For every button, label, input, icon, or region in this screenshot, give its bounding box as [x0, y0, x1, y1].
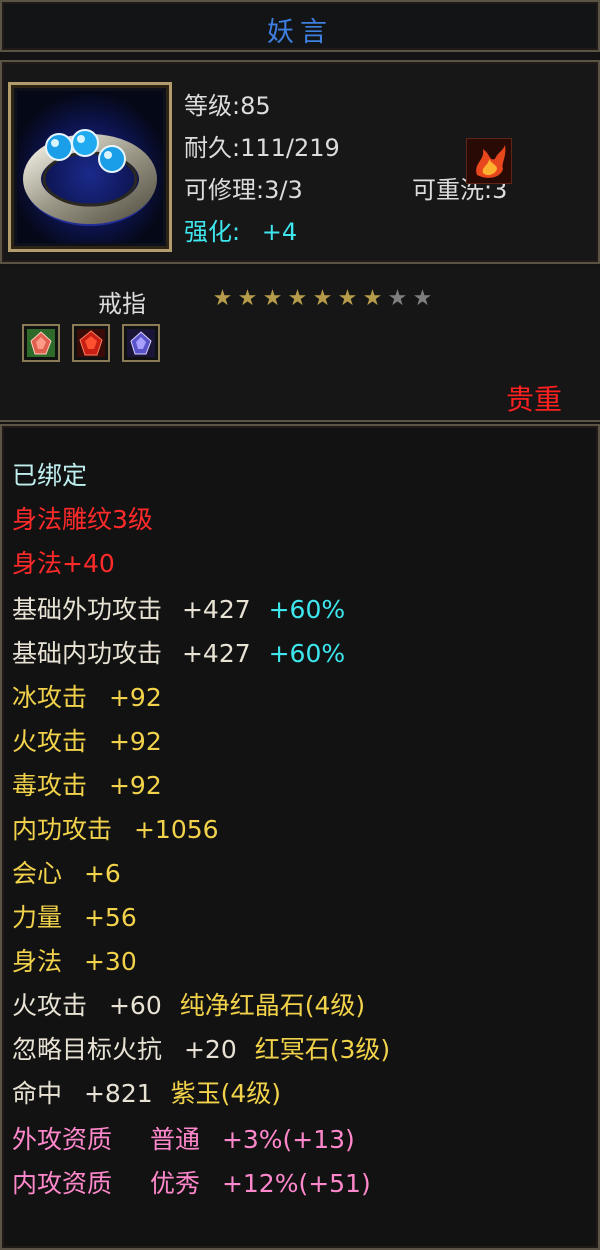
red-gem-icon [72, 324, 110, 362]
star-filled-icon: ★ [212, 286, 233, 311]
star-filled-icon: ★ [287, 286, 308, 311]
prop-label: 身法 [12, 947, 63, 976]
prop-label: 火攻击 [12, 991, 88, 1020]
prop-label: 毒攻击 [12, 771, 88, 800]
item-type: 戒指 [98, 290, 146, 318]
prop-value: +821 [83, 1079, 153, 1108]
prop-percent: +60% [268, 595, 346, 624]
durability-text: 耐久:111/219 [184, 134, 340, 162]
purple-gem-icon [122, 324, 160, 362]
bound-status: 已绑定 [12, 461, 88, 490]
gem-ignore-fire-resist: 忽略目标火抗 +20 红冥石(3级) [12, 1030, 390, 1066]
outer-aptitude: 外攻资质 普通 +3%(+13) [12, 1120, 355, 1156]
prop-label: 命中 [12, 1079, 63, 1108]
gem-hit: 命中 +821 紫玉(4级) [12, 1074, 281, 1110]
prop-label: 火攻击 [12, 727, 88, 756]
prop-value: +6 [83, 859, 121, 888]
base-outer-attack: 基础外功攻击 +427 +60% [12, 590, 345, 626]
fire-attack: 火攻击 +92 [12, 722, 162, 758]
prop-percent: +60% [268, 639, 346, 668]
carving-level: 身法雕纹3级 [12, 505, 153, 534]
prop-value: +30 [83, 947, 137, 976]
prop-label: 外攻资质 [12, 1125, 113, 1154]
prop-value: +92 [108, 727, 162, 756]
star-empty-icon: ★ [412, 286, 433, 311]
prop-value: +20 [183, 1035, 237, 1064]
rarity-label: 贵重 [505, 383, 562, 416]
gem-name: 纯净红晶石(4级) [179, 991, 366, 1020]
prop-label: 冰攻击 [12, 683, 88, 712]
prop-label: 会心 [12, 859, 63, 888]
gem-name: 红冥石(3级) [254, 1035, 391, 1064]
item-name: 妖言 [267, 17, 333, 48]
prop-value: +56 [83, 903, 137, 932]
title-bar: 妖言 [0, 0, 600, 52]
item-tooltip: 妖言 等级:85 耐久:111/219 可修理:3/3 可重洗:3 强化: +4… [0, 0, 600, 1250]
prop-value: +427 [181, 639, 251, 668]
star-filled-icon: ★ [237, 286, 258, 311]
enhance-text: 强化: +4 [184, 212, 297, 247]
prop-label: 忽略目标火抗 [12, 1035, 163, 1064]
star-empty-icon: ★ [387, 286, 408, 311]
gem-fire-attack: 火攻击 +60 纯净红晶石(4级) [12, 986, 365, 1022]
prop-value: +12%(+51) [221, 1169, 371, 1198]
prop-value: +92 [108, 771, 162, 800]
base-inner-attack: 基础内功攻击 +427 +60% [12, 634, 345, 670]
prop-label: 力量 [12, 903, 63, 932]
star-filled-icon: ★ [362, 286, 383, 311]
item-icon-frame [8, 82, 172, 252]
green-gem-icon [22, 324, 60, 362]
prop-label: 内功攻击 [12, 815, 113, 844]
inner-aptitude: 内攻资质 优秀 +12%(+51) [12, 1164, 371, 1200]
aptitude-grade: 普通 [149, 1125, 200, 1154]
poison-attack: 毒攻击 +92 [12, 766, 162, 802]
prop-label: 内攻资质 [12, 1169, 113, 1198]
star-filled-icon: ★ [262, 286, 283, 311]
prop-value: +92 [108, 683, 162, 712]
prop-value: +60 [108, 991, 162, 1020]
enhance-value: +4 [261, 218, 298, 246]
ring-icon [17, 91, 163, 243]
agility: 身法 +30 [12, 942, 137, 978]
crit: 会心 +6 [12, 854, 121, 890]
prop-value: +1056 [133, 815, 219, 844]
carving-bonus: 身法+40 [12, 549, 115, 578]
flame-icon [466, 138, 512, 184]
star-filled-icon: ★ [312, 286, 333, 311]
ice-attack: 冰攻击 +92 [12, 678, 162, 714]
aptitude-grade: 优秀 [149, 1169, 200, 1198]
star-filled-icon: ★ [337, 286, 358, 311]
prop-value: +427 [181, 595, 251, 624]
item-sub-header: 戒指 ★ ★ ★ ★ ★ ★ ★ ★ ★ 贵重 [0, 268, 600, 422]
gem-name: 紫玉(4级) [170, 1079, 282, 1108]
item-properties: 已绑定 身法雕纹3级 身法+40 基础外功攻击 +427 +60% 基础内功攻击… [0, 424, 600, 1250]
level-text: 等级:85 [184, 92, 271, 120]
strength: 力量 +56 [12, 898, 137, 934]
star-rating: ★ ★ ★ ★ ★ ★ ★ ★ ★ [210, 286, 435, 311]
prop-label: 基础外功攻击 [12, 595, 163, 624]
item-header: 等级:85 耐久:111/219 可修理:3/3 可重洗:3 强化: +4 [0, 60, 600, 264]
enhance-label: 强化: [184, 218, 241, 246]
prop-label: 基础内功攻击 [12, 639, 163, 668]
inner-attack: 内功攻击 +1056 [12, 810, 219, 846]
repair-text: 可修理:3/3 [184, 176, 303, 204]
prop-value: +3%(+13) [221, 1125, 355, 1154]
